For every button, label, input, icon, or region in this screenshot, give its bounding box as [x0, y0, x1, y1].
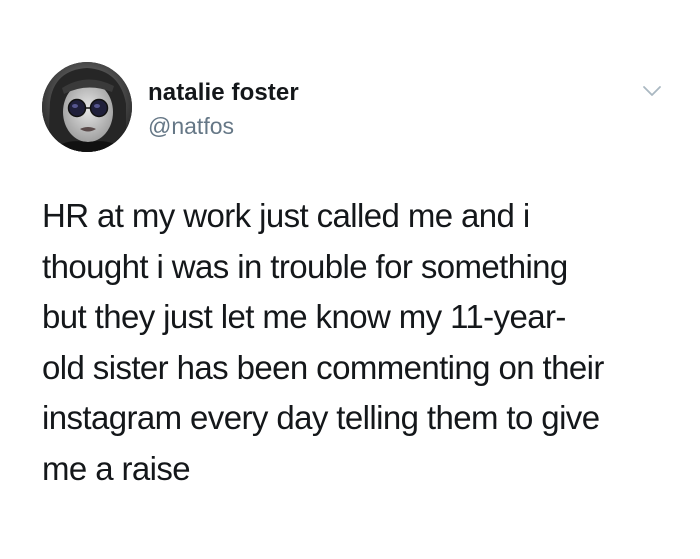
- tweet-text-line: but they just let me know my 11-year-: [42, 298, 566, 335]
- tweet-text-line: me a raise: [42, 449, 191, 487]
- tweet-text-line: old sister has been commenting on their: [42, 348, 604, 386]
- avatar[interactable]: [42, 62, 132, 152]
- author-display-name[interactable]: natalie foster: [148, 79, 299, 107]
- tweet-text-line: thought i was in trouble for something: [42, 247, 568, 285]
- chevron-down-icon[interactable]: [640, 82, 664, 100]
- tweet-text: HR at my work just called me and i thoug…: [42, 191, 682, 494]
- tweet-card: natalie foster @natfos HR at my work jus…: [0, 0, 700, 559]
- tweet-text-line: HR at my work just called me and i: [42, 197, 530, 234]
- author-handle[interactable]: @natfos: [148, 113, 234, 140]
- tweet-text-line: instagram every day telling them to give: [42, 399, 600, 436]
- avatar-photo: [42, 62, 132, 152]
